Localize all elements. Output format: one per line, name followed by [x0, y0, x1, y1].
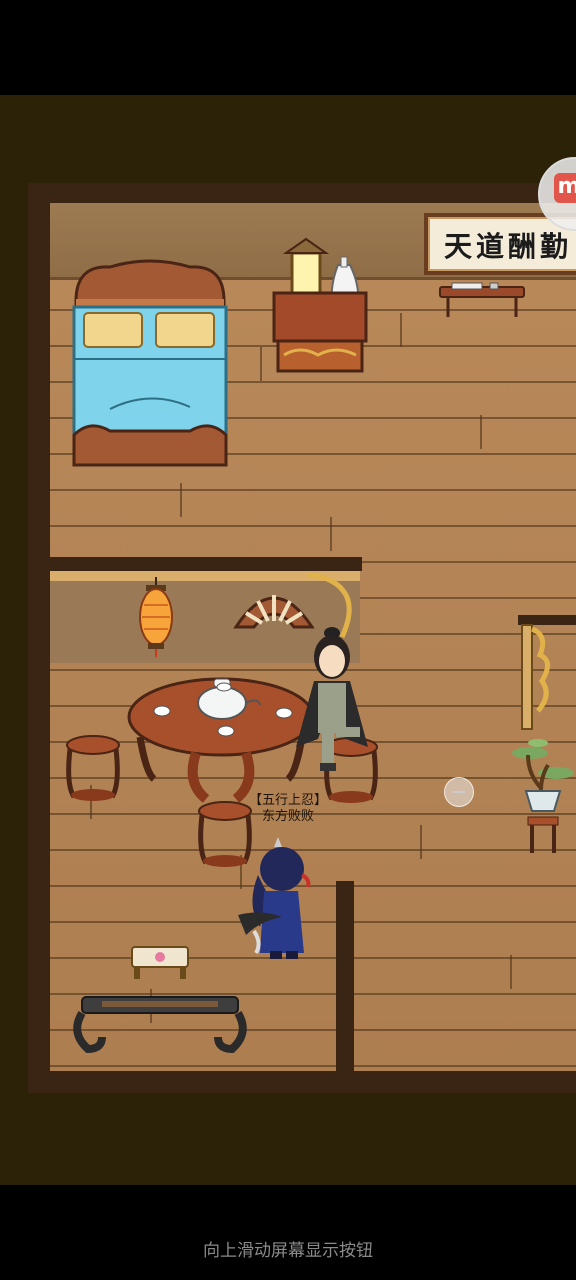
player-character[interactable]	[236, 835, 320, 965]
footstool[interactable]	[130, 945, 190, 981]
hanging-lantern	[139, 577, 173, 657]
npc-title: 【五行上忍】	[248, 793, 327, 808]
npc-name-tag: 【五行上忍】 东方败败	[236, 793, 340, 825]
wall-post	[336, 881, 354, 1071]
bottom-wall-right	[536, 1071, 576, 1093]
left-wall	[28, 183, 50, 1093]
game-scene[interactable]: 天道酬勤 【五行上忍】 东方败败 m	[0, 95, 576, 1185]
joystick-indicator[interactable]	[444, 777, 474, 807]
plaque-text: 天道酬勤	[444, 230, 573, 263]
npc-character[interactable]	[292, 627, 372, 777]
low-table[interactable]	[72, 993, 248, 1055]
fan-decoration	[233, 595, 315, 629]
npc-name: 东方败败	[261, 809, 314, 824]
floating-logo-text: m	[554, 173, 576, 203]
writing-desk[interactable]	[438, 281, 526, 321]
top-wall	[28, 183, 576, 203]
bottom-wall	[28, 1071, 424, 1093]
swipe-hint: 向上滑动屏幕显示按钮	[203, 1241, 373, 1261]
stool-left[interactable]	[64, 735, 122, 801]
room-divider-wall	[50, 557, 362, 571]
bedside-cabinet[interactable]	[270, 235, 370, 375]
bed[interactable]	[70, 259, 230, 469]
bonsai-plant	[512, 739, 574, 853]
door-frame	[518, 615, 576, 730]
tea-table[interactable]	[126, 673, 316, 803]
